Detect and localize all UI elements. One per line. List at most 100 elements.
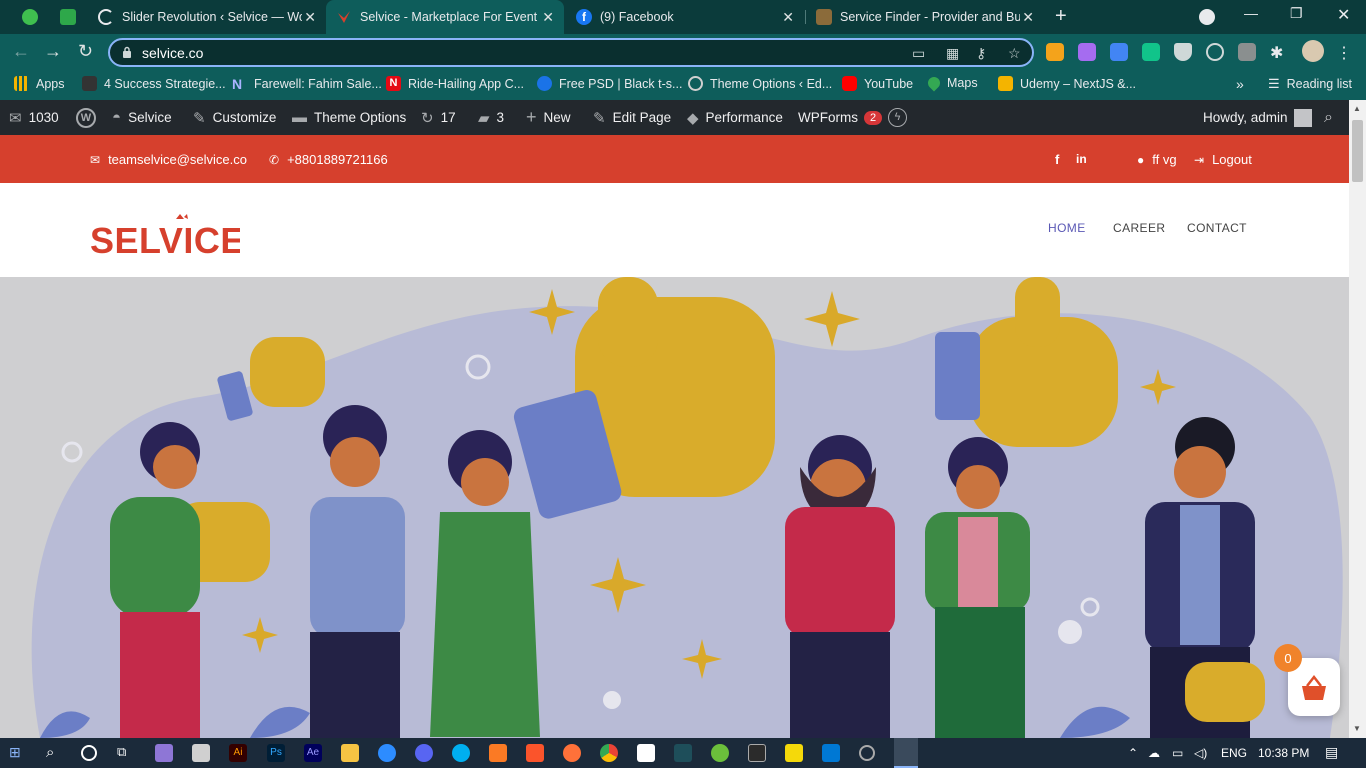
admin-bolt[interactable]: ϟ [888, 100, 907, 135]
scroll-thumb[interactable] [1352, 120, 1363, 182]
react-icon[interactable] [1206, 43, 1224, 61]
admin-edit-page[interactable]: ✎ Edit Page [593, 100, 671, 135]
key-icon[interactable]: ⚷ [976, 45, 986, 62]
close-icon[interactable]: ✕ [1022, 9, 1034, 26]
start-icon[interactable]: ⊞ [9, 744, 27, 762]
photoshop-icon[interactable]: Ps [267, 744, 285, 762]
illustrator-icon[interactable]: Ai [229, 744, 247, 762]
minimize-icon[interactable]: — [1244, 5, 1258, 21]
nav-home[interactable]: HOME [1048, 221, 1086, 235]
search-icon[interactable]: ⌕ [46, 744, 64, 762]
volume-icon[interactable]: ◁) [1194, 746, 1207, 760]
scroll-down-icon[interactable]: ▼ [1353, 724, 1361, 733]
extension-icon[interactable] [1078, 43, 1096, 61]
extension-icon[interactable] [1046, 43, 1064, 61]
wp-logo[interactable]: W [76, 100, 96, 135]
admin-performance[interactable]: ◆ Performance [687, 100, 783, 135]
new-tab-button[interactable]: + [1055, 6, 1067, 26]
back-icon[interactable]: ← [12, 41, 30, 61]
admin-account[interactable]: Howdy, admin [1203, 100, 1312, 135]
snipping-icon[interactable] [637, 744, 655, 762]
facebook-link[interactable]: f [1055, 152, 1059, 167]
user-link[interactable]: ● ff vg [1137, 152, 1177, 167]
vscode-icon[interactable] [822, 744, 840, 762]
tab-pinned-sheets[interactable] [50, 0, 84, 34]
extension-icon[interactable] [1238, 43, 1256, 61]
tab-service-finder[interactable]: Service Finder - Provider and Bus ✕ [806, 0, 1044, 34]
chrome-active-icon[interactable] [894, 738, 918, 768]
chrome-icon[interactable] [600, 744, 618, 762]
zoom-icon[interactable] [378, 744, 396, 762]
cloud-icon[interactable]: ☁ [1148, 746, 1160, 760]
nav-contact[interactable]: CONTACT [1187, 221, 1247, 235]
contact-phone[interactable]: ✆ +8801889721166 [269, 152, 388, 167]
bookmark-star-icon[interactable]: ☆ [1008, 45, 1021, 62]
qr-icon[interactable]: ▦ [946, 45, 959, 62]
app-icon[interactable] [785, 744, 803, 762]
bookmark-item[interactable]: N Farewell: Fahim Sale... [232, 76, 382, 92]
tab-slider-revolution[interactable]: Slider Revolution ‹ Selvice — Wo ✕ [88, 0, 326, 34]
contact-email[interactable]: ✉ teamselvice@selvice.co [90, 152, 247, 167]
scroll-up-icon[interactable]: ▲ [1353, 104, 1361, 113]
reading-list-button[interactable]: ☰ Reading list [1268, 76, 1352, 92]
admin-search[interactable]: ⌕ [1324, 100, 1340, 135]
restore-icon[interactable]: ❐ [1290, 5, 1303, 22]
window-close-icon[interactable]: ✕ [1337, 5, 1350, 25]
store-icon[interactable] [192, 744, 210, 762]
brave-icon[interactable] [526, 744, 544, 762]
app-icon[interactable] [674, 744, 692, 762]
shield-icon[interactable] [1174, 43, 1192, 61]
tray-chevron-icon[interactable]: ⌃ [1128, 746, 1138, 760]
clock[interactable]: 10:38 PM [1258, 746, 1309, 760]
tab-facebook[interactable]: f (9) Facebook ✕ [566, 0, 804, 34]
firefox-icon[interactable] [563, 744, 581, 762]
logout-link[interactable]: ⇥ Logout [1194, 152, 1252, 167]
file-explorer-icon[interactable] [341, 744, 359, 762]
admin-theme-options[interactable]: ▬ Theme Options [292, 100, 406, 135]
admin-site-name[interactable]: ◓ Selvice [112, 100, 172, 135]
bookmark-apps[interactable]: Apps [14, 76, 65, 91]
bookmark-item[interactable]: YouTube [842, 76, 913, 91]
forward-icon[interactable]: → [44, 41, 62, 61]
bookmark-item[interactable]: 4 Success Strategie... [82, 76, 226, 91]
close-icon[interactable]: ✕ [304, 9, 316, 26]
avatar[interactable] [1302, 40, 1324, 62]
discord-icon[interactable] [415, 744, 433, 762]
admin-updates[interactable]: ↻ 17 [421, 100, 456, 135]
xampp-icon[interactable] [489, 744, 507, 762]
bookmark-item[interactable]: Free PSD | Black t-s... [537, 76, 682, 91]
menu-icon[interactable]: ⋮ [1336, 43, 1354, 62]
tab-selvice[interactable]: Selvice - Marketplace For Event R ✕ [326, 0, 564, 34]
extension-icon[interactable] [1142, 43, 1160, 61]
more-bookmarks-button[interactable]: » [1236, 76, 1244, 92]
bookmark-item[interactable]: Maps [925, 74, 978, 92]
address-bar[interactable]: selvice.co ▭ ▦ ⚷ ☆ [108, 38, 1034, 67]
nav-career[interactable]: CAREER [1113, 221, 1165, 235]
bookmark-item[interactable]: N Ride-Hailing App C... [386, 76, 524, 91]
translate-icon[interactable] [1110, 43, 1128, 61]
admin-wpforms[interactable]: WPForms 2 [798, 100, 883, 135]
selvice-logo[interactable]: SELVICE [90, 209, 240, 257]
utorrent-icon[interactable] [711, 744, 729, 762]
admin-new[interactable]: + New [526, 100, 571, 135]
tab-pinned-evernote[interactable] [12, 0, 46, 34]
skype-icon[interactable] [452, 744, 470, 762]
app-icon[interactable] [859, 745, 875, 761]
linkedin-link[interactable]: in [1076, 152, 1087, 166]
admin-customize[interactable]: ✎ Customize [193, 100, 276, 135]
task-view-icon[interactable]: ⧉ [117, 744, 135, 762]
bookmark-item[interactable]: Theme Options ‹ Ed... [688, 76, 832, 91]
app-icon[interactable] [155, 744, 173, 762]
terminal-icon[interactable] [748, 744, 766, 762]
url-text[interactable]: selvice.co [142, 45, 203, 61]
bookmark-item[interactable]: Udemy – NextJS &... [998, 76, 1136, 91]
language-indicator[interactable]: ENG [1221, 746, 1247, 760]
cast-icon[interactable]: ▭ [912, 45, 925, 62]
notification-icon[interactable]: ▤ [1325, 744, 1338, 761]
admin-mail[interactable]: ✉ 1030 [9, 100, 59, 135]
reload-icon[interactable]: ↻ [78, 41, 93, 61]
after-effects-icon[interactable]: Ae [304, 744, 322, 762]
admin-comments[interactable]: ▰ 3 [478, 100, 504, 135]
close-icon[interactable]: ✕ [782, 9, 794, 26]
close-icon[interactable]: ✕ [542, 9, 554, 26]
